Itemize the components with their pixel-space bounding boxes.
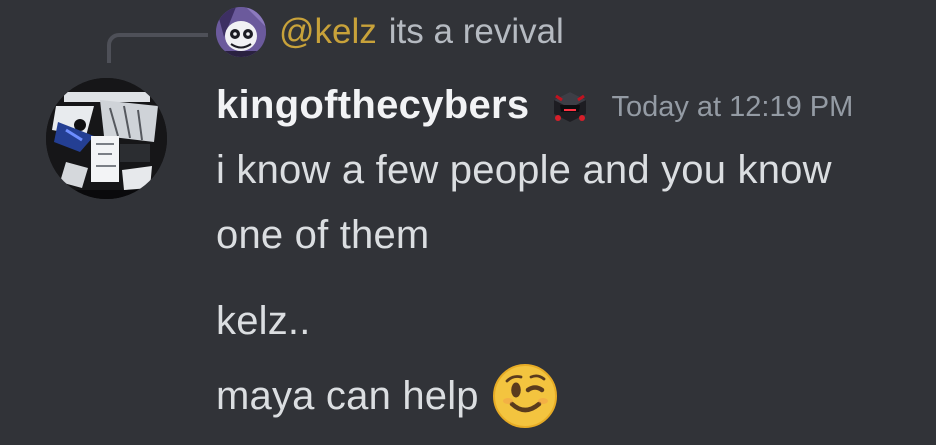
username[interactable]: kingofthecybers (216, 83, 529, 128)
reply-preview-text: its a revival (388, 12, 564, 51)
reply-connector-line (107, 33, 208, 63)
roblox-dominus-badge-icon[interactable] (546, 82, 594, 130)
winking-face-emoji[interactable] (492, 363, 558, 429)
chat-message-area: @kelz its a revival kingofthecybers Toda… (0, 0, 936, 445)
message-header: kingofthecybers Today at 12:19 PM (216, 78, 853, 133)
reply-author-mention[interactable]: @kelz (279, 12, 377, 52)
reply-avatar[interactable] (216, 7, 266, 57)
message-line: kelz.. (216, 299, 311, 343)
reply-avatar-image (216, 7, 266, 57)
message-line-with-emoji: maya can help (216, 363, 558, 429)
message-line: one of them (216, 213, 430, 257)
reply-preview[interactable]: @kelz its a revival (279, 8, 564, 56)
user-avatar-image (46, 78, 167, 199)
user-avatar[interactable] (46, 78, 167, 199)
message-line-text: maya can help (216, 374, 479, 418)
message-timestamp[interactable]: Today at 12:19 PM (611, 91, 853, 124)
message-line: i know a few people and you know (216, 148, 832, 192)
